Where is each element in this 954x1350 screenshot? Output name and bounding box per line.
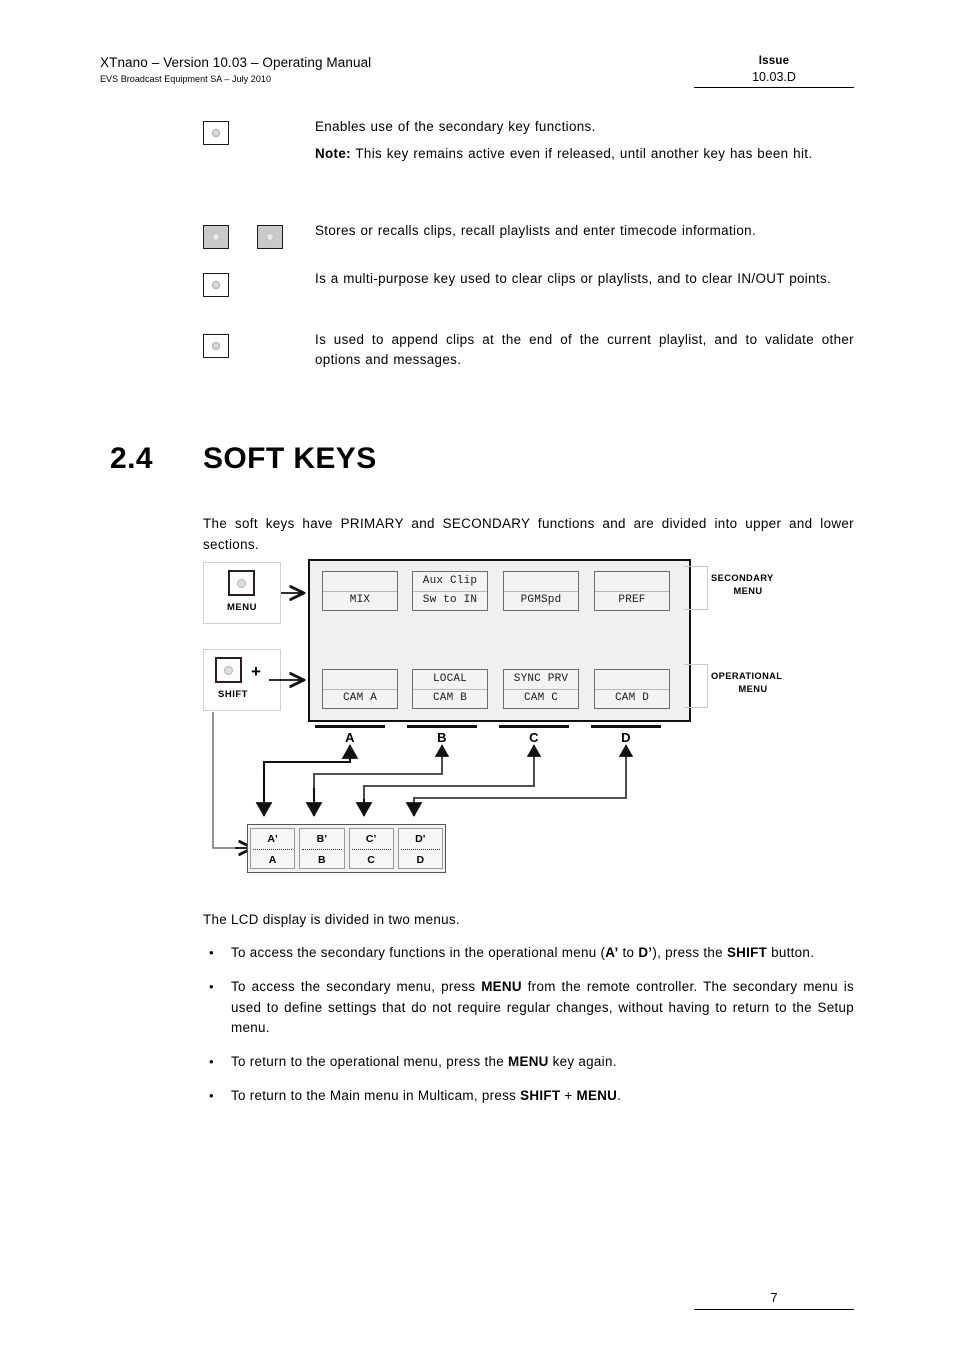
section-title: SOFT KEYS (203, 442, 377, 475)
key-description-paragraph: Is used to append clips at the end of th… (315, 332, 854, 368)
bullet-text: To return to the Main menu in Multicam, … (231, 1087, 622, 1103)
page-header: XTnano – Version 10.03 – Operating Manua… (100, 55, 854, 95)
clear-key-icon (203, 273, 229, 297)
key-description-text: Stores or recalls clips, recall playlist… (315, 221, 854, 241)
key-description-paragraph: Enables use of the secondary key functio… (315, 119, 596, 134)
key-description-text: Is a multi-purpose key used to clear cli… (315, 269, 854, 289)
header-issue-block: Issue 10.03.D (694, 55, 854, 88)
bullet-text: To access the secondary menu, press MENU… (231, 978, 855, 1036)
header-title: XTnano – Version 10.03 – Operating Manua… (100, 55, 372, 70)
keypad-key-upper-label: D' (415, 833, 426, 845)
key-icon-group (203, 121, 303, 151)
keypad-key-upper-label: B' (316, 833, 328, 845)
instruction-bullet-list: • To access the secondary functions in t… (203, 943, 854, 1107)
keypad-key-b[interactable]: B' B (299, 828, 345, 869)
page-footer: 7 (694, 1290, 854, 1310)
key-led-dot (266, 233, 274, 241)
keypad-key-upper-label: C' (365, 833, 377, 845)
store-key-icon (203, 225, 229, 249)
bullet-marker-icon: • (209, 945, 214, 960)
soft-keys-diagram: MENU + SHIFT MIX Aux Clip Sw to IN PGMSp… (195, 556, 855, 886)
keypad-key-upper-label: A' (267, 833, 278, 845)
key-led-dot (212, 281, 220, 289)
key-description-paragraph: Stores or recalls clips, recall playlist… (315, 223, 757, 238)
keypad-key-lower-label: A (268, 854, 277, 866)
header-subtitle: EVS Broadcast Equipment SA – July 2010 (100, 74, 272, 84)
append-key-icon (203, 334, 229, 358)
bullet-marker-icon: • (209, 1087, 214, 1103)
bullet-marker-icon: • (209, 1054, 214, 1070)
key-icon-group (203, 225, 303, 255)
bullet-text: To access the secondary functions in the… (231, 945, 815, 960)
list-item: • To return to the Main menu in Multicam… (203, 1086, 854, 1107)
header-issue-value: 10.03.D (694, 70, 854, 88)
section-number: 2.4 (110, 442, 153, 475)
note-lead: Note: (315, 146, 351, 162)
keypad-key-c[interactable]: C' C (348, 828, 394, 869)
section-intro-paragraph: The soft keys have PRIMARY and SECONDARY… (203, 516, 854, 552)
list-item: • To return to the operational menu, pre… (203, 1052, 854, 1073)
header-issue-label: Issue (758, 55, 790, 67)
list-item: • To access the secondary functions in t… (203, 943, 854, 964)
key-led-dot (212, 233, 220, 241)
key-description-text: Is used to append clips at the end of th… (315, 330, 854, 371)
soft-key-keypad: A' A B' B C' C D' D (247, 824, 446, 873)
keypad-key-lower-label: B (317, 854, 326, 866)
bullet-text: To return to the operational menu, press… (231, 1054, 617, 1070)
note-body: This key remains active even if released… (350, 146, 813, 162)
keypad-key-a[interactable]: A' A (250, 828, 296, 869)
key-description-text: Enables use of the secondary key functio… (315, 117, 854, 165)
keypad-key-d[interactable]: D' D (397, 828, 443, 869)
key-led-dot (212, 342, 220, 350)
list-item: • To access the secondary menu, press ME… (203, 977, 854, 1039)
keypad-key-lower-label: D (416, 854, 425, 866)
section-heading: 2.4 SOFT KEYS (110, 442, 854, 476)
lcd-lead-paragraph: The LCD display is divided in two menus. (203, 912, 460, 927)
key-led-dot (212, 129, 220, 137)
bullet-marker-icon: • (209, 978, 214, 994)
key-icon-group (203, 273, 303, 303)
key-description-note: Note: This key remains active even if re… (315, 144, 854, 164)
key-description-paragraph: Is a multi-purpose key used to clear cli… (315, 271, 832, 286)
recall-key-icon (257, 225, 283, 249)
page-number: 7 (694, 1290, 854, 1310)
key-icon-group (203, 334, 303, 364)
shift-key-icon (203, 121, 229, 145)
keypad-key-lower-label: C (367, 854, 376, 866)
